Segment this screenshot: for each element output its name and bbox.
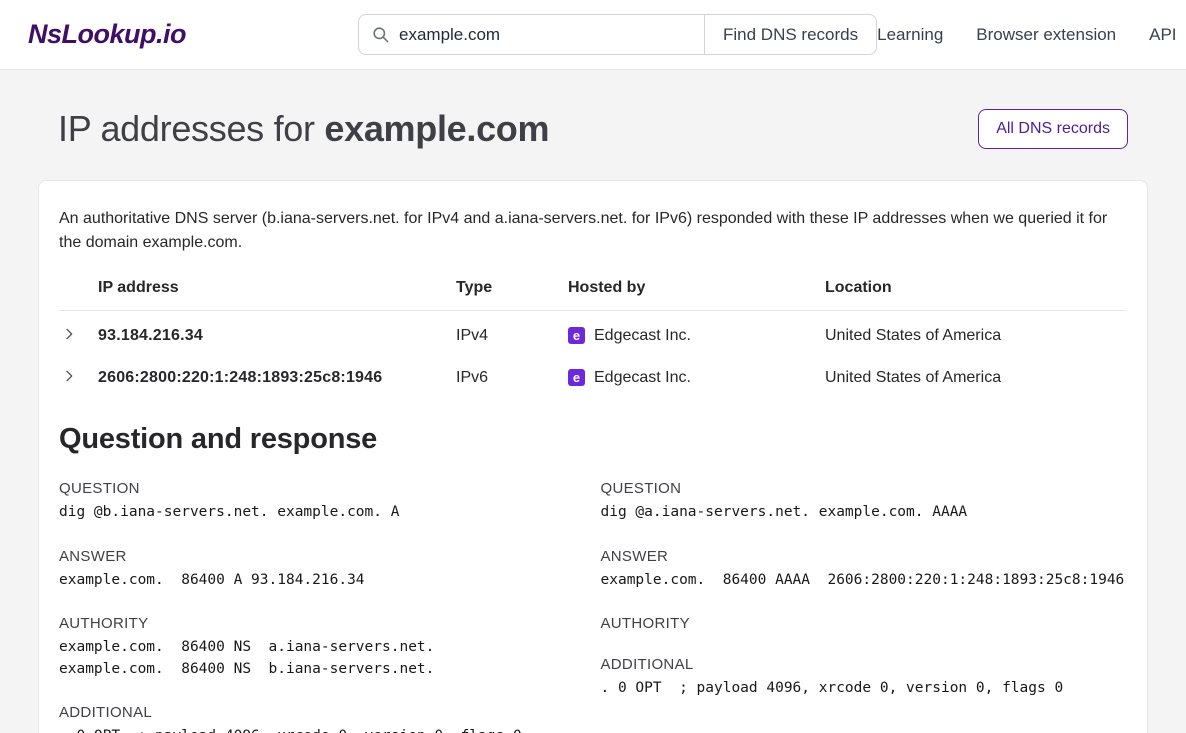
- hosted-by-cell: e Edgecast Inc.: [568, 369, 825, 387]
- search-box[interactable]: [358, 14, 705, 55]
- edgecast-favicon-icon: e: [568, 327, 585, 344]
- host-name: Edgecast Inc.: [594, 369, 691, 387]
- dig-section-content: dig @a.iana-servers.net. example.com. AA…: [601, 502, 1128, 524]
- ip-results-table: IP address Type Hosted by Location 93.18…: [59, 275, 1127, 395]
- hosted-by-cell: e Edgecast Inc.: [568, 327, 825, 345]
- nslookup-logo[interactable]: NsLookup.io: [28, 19, 186, 50]
- record-type: IPv6: [456, 353, 568, 395]
- ip-address-value: 93.184.216.34: [98, 311, 456, 354]
- main-content: IP addresses for example.com All DNS rec…: [0, 70, 1186, 733]
- search-icon: [371, 25, 390, 44]
- host-name: Edgecast Inc.: [594, 327, 691, 345]
- dig-section-label: ANSWER: [59, 548, 586, 565]
- chevron-right-icon[interactable]: [59, 366, 79, 386]
- column-header-ip-address: IP address: [98, 275, 456, 311]
- dig-section-label: QUESTION: [601, 480, 1128, 497]
- dig-section-label: ADDITIONAL: [601, 656, 1128, 673]
- top-navigation-bar: NsLookup.io Find DNS records Learning Br…: [0, 0, 1186, 70]
- all-dns-records-button[interactable]: All DNS records: [978, 109, 1128, 149]
- column-header-type: Type: [456, 275, 568, 311]
- edgecast-favicon-icon: e: [568, 369, 585, 386]
- dig-section-content: . 0 OPT ; payload 4096, xrcode 0, versio…: [59, 726, 586, 733]
- dig-section-label: ANSWER: [601, 548, 1128, 565]
- dig-section-content: example.com. 86400 AAAA 2606:2800:220:1:…: [601, 570, 1128, 592]
- table-header-row: IP address Type Hosted by Location: [59, 275, 1127, 311]
- dig-section-content: example.com. 86400 A 93.184.216.34: [59, 570, 586, 592]
- dig-section-label: AUTHORITY: [601, 615, 1128, 632]
- chevron-right-icon[interactable]: [59, 324, 79, 344]
- page-title: IP addresses for example.com: [58, 108, 549, 150]
- column-header-hosted-by: Hosted by: [568, 275, 825, 311]
- table-row[interactable]: 93.184.216.34 IPv4 e Edgecast Inc. Unite…: [59, 311, 1127, 354]
- nav-link-api[interactable]: API: [1149, 25, 1176, 45]
- dig-section-label: QUESTION: [59, 480, 586, 497]
- domain-search-group: Find DNS records: [358, 14, 877, 55]
- dig-section-content: . 0 OPT ; payload 4096, xrcode 0, versio…: [601, 678, 1128, 700]
- ip-address-value: 2606:2800:220:1:248:1893:25c8:1946: [98, 353, 456, 395]
- location-value: United States of America: [825, 311, 1127, 354]
- title-row: IP addresses for example.com All DNS rec…: [38, 70, 1148, 180]
- page-title-prefix: IP addresses for: [58, 108, 315, 149]
- header-expand-column: [59, 275, 98, 311]
- results-description: An authoritative DNS server (b.iana-serv…: [59, 207, 1127, 255]
- location-value: United States of America: [825, 353, 1127, 395]
- header-nav: Learning Browser extension API: [877, 25, 1176, 45]
- find-dns-records-button[interactable]: Find DNS records: [704, 14, 877, 55]
- record-type: IPv4: [456, 311, 568, 354]
- question-response-grid: QUESTION dig @b.iana-servers.net. exampl…: [59, 456, 1127, 733]
- dig-section-label: AUTHORITY: [59, 615, 586, 632]
- page-title-domain: example.com: [324, 108, 549, 149]
- nav-link-browser-extension[interactable]: Browser extension: [976, 25, 1116, 45]
- nav-link-learning[interactable]: Learning: [877, 25, 943, 45]
- dig-section-content: example.com. 86400 NS a.iana-servers.net…: [59, 637, 586, 680]
- question-response-heading: Question and response: [59, 423, 1127, 456]
- dig-column-ipv4: QUESTION dig @b.iana-servers.net. exampl…: [59, 456, 586, 733]
- domain-search-input[interactable]: [399, 25, 692, 45]
- dig-section-label: ADDITIONAL: [59, 704, 586, 721]
- results-card: An authoritative DNS server (b.iana-serv…: [38, 180, 1148, 733]
- table-row[interactable]: 2606:2800:220:1:248:1893:25c8:1946 IPv6 …: [59, 353, 1127, 395]
- dig-section-content: dig @b.iana-servers.net. example.com. A: [59, 502, 586, 524]
- dig-column-ipv6: QUESTION dig @a.iana-servers.net. exampl…: [601, 456, 1128, 733]
- column-header-location: Location: [825, 275, 1127, 311]
